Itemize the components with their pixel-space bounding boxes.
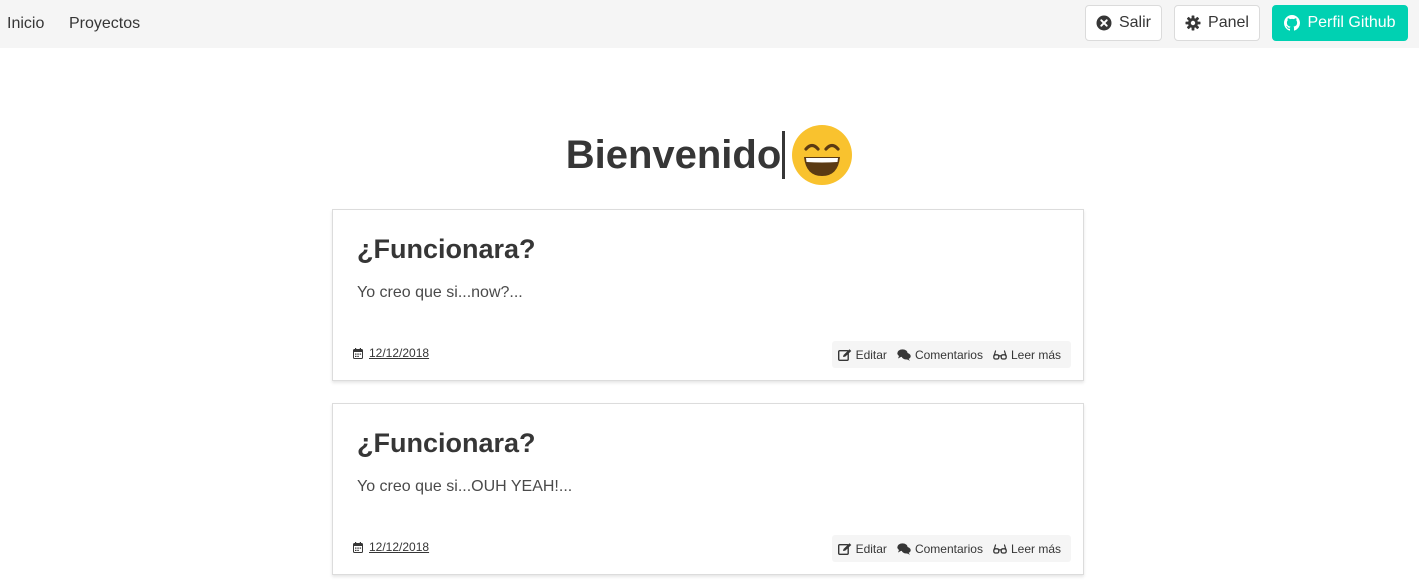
nav-link-proyectos[interactable]: Proyectos (69, 0, 140, 48)
glasses-icon (993, 349, 1007, 361)
typing-caret (782, 131, 786, 179)
post-date-link[interactable]: 12/12/2018 (369, 346, 429, 360)
logout-button-label: Salir (1118, 14, 1151, 31)
comments-icon (897, 348, 911, 361)
comments-icon (897, 542, 911, 555)
post-card: ¿Funcionara? Yo creo que si...OUH YEAH!.… (332, 403, 1084, 575)
edit-icon (837, 348, 852, 361)
github-profile-button[interactable]: Perfil Github (1272, 5, 1408, 41)
github-icon (1284, 15, 1301, 31)
read-more-button[interactable]: Leer más (993, 542, 1061, 556)
logout-button[interactable]: Salir (1085, 5, 1162, 41)
edit-button[interactable]: Editar (837, 541, 887, 556)
comments-button[interactable]: Comentarios (897, 542, 983, 556)
edit-button[interactable]: Editar (837, 347, 887, 362)
post-title[interactable]: ¿Funcionara? (357, 234, 536, 265)
github-profile-button-label: Perfil Github (1307, 14, 1396, 31)
nav-link-inicio[interactable]: Inicio (7, 0, 44, 48)
comments-button[interactable]: Comentarios (897, 348, 983, 362)
post-date: 12/12/2018 (353, 346, 429, 360)
comments-label: Comentarios (914, 347, 983, 362)
calendar-icon (353, 541, 363, 553)
calendar-icon (353, 347, 363, 359)
post-actions: Editar Comentarios Leer más (831, 535, 1071, 562)
post-actions: Editar Comentarios Leer más (831, 341, 1071, 368)
post-date: 12/12/2018 (353, 540, 429, 554)
edit-label: Editar (855, 541, 887, 556)
post-excerpt: Yo creo que si...now?... (357, 284, 523, 301)
edit-label: Editar (855, 347, 887, 362)
read-more-label: Leer más (1010, 541, 1061, 556)
comments-label: Comentarios (914, 541, 983, 556)
times-circle-icon (1096, 15, 1112, 31)
welcome-text: Bienvenido (565, 132, 782, 177)
grinning-face-icon (792, 125, 853, 185)
post-excerpt: Yo creo que si...OUH YEAH!... (357, 478, 573, 495)
edit-icon (837, 542, 852, 555)
post-date-link[interactable]: 12/12/2018 (369, 540, 429, 554)
read-more-label: Leer más (1010, 347, 1061, 362)
gear-icon (1185, 15, 1201, 31)
panel-button-label: Panel (1208, 14, 1249, 31)
navbar: Inicio Proyectos Salir Panel Perfil Gith… (0, 0, 1419, 48)
post-card: ¿Funcionara? Yo creo que si...now?... 12… (332, 209, 1084, 381)
glasses-icon (993, 543, 1007, 555)
read-more-button[interactable]: Leer más (993, 348, 1061, 362)
page-title: Bienvenido (0, 118, 1419, 192)
post-title[interactable]: ¿Funcionara? (357, 428, 536, 459)
panel-button[interactable]: Panel (1174, 5, 1260, 41)
